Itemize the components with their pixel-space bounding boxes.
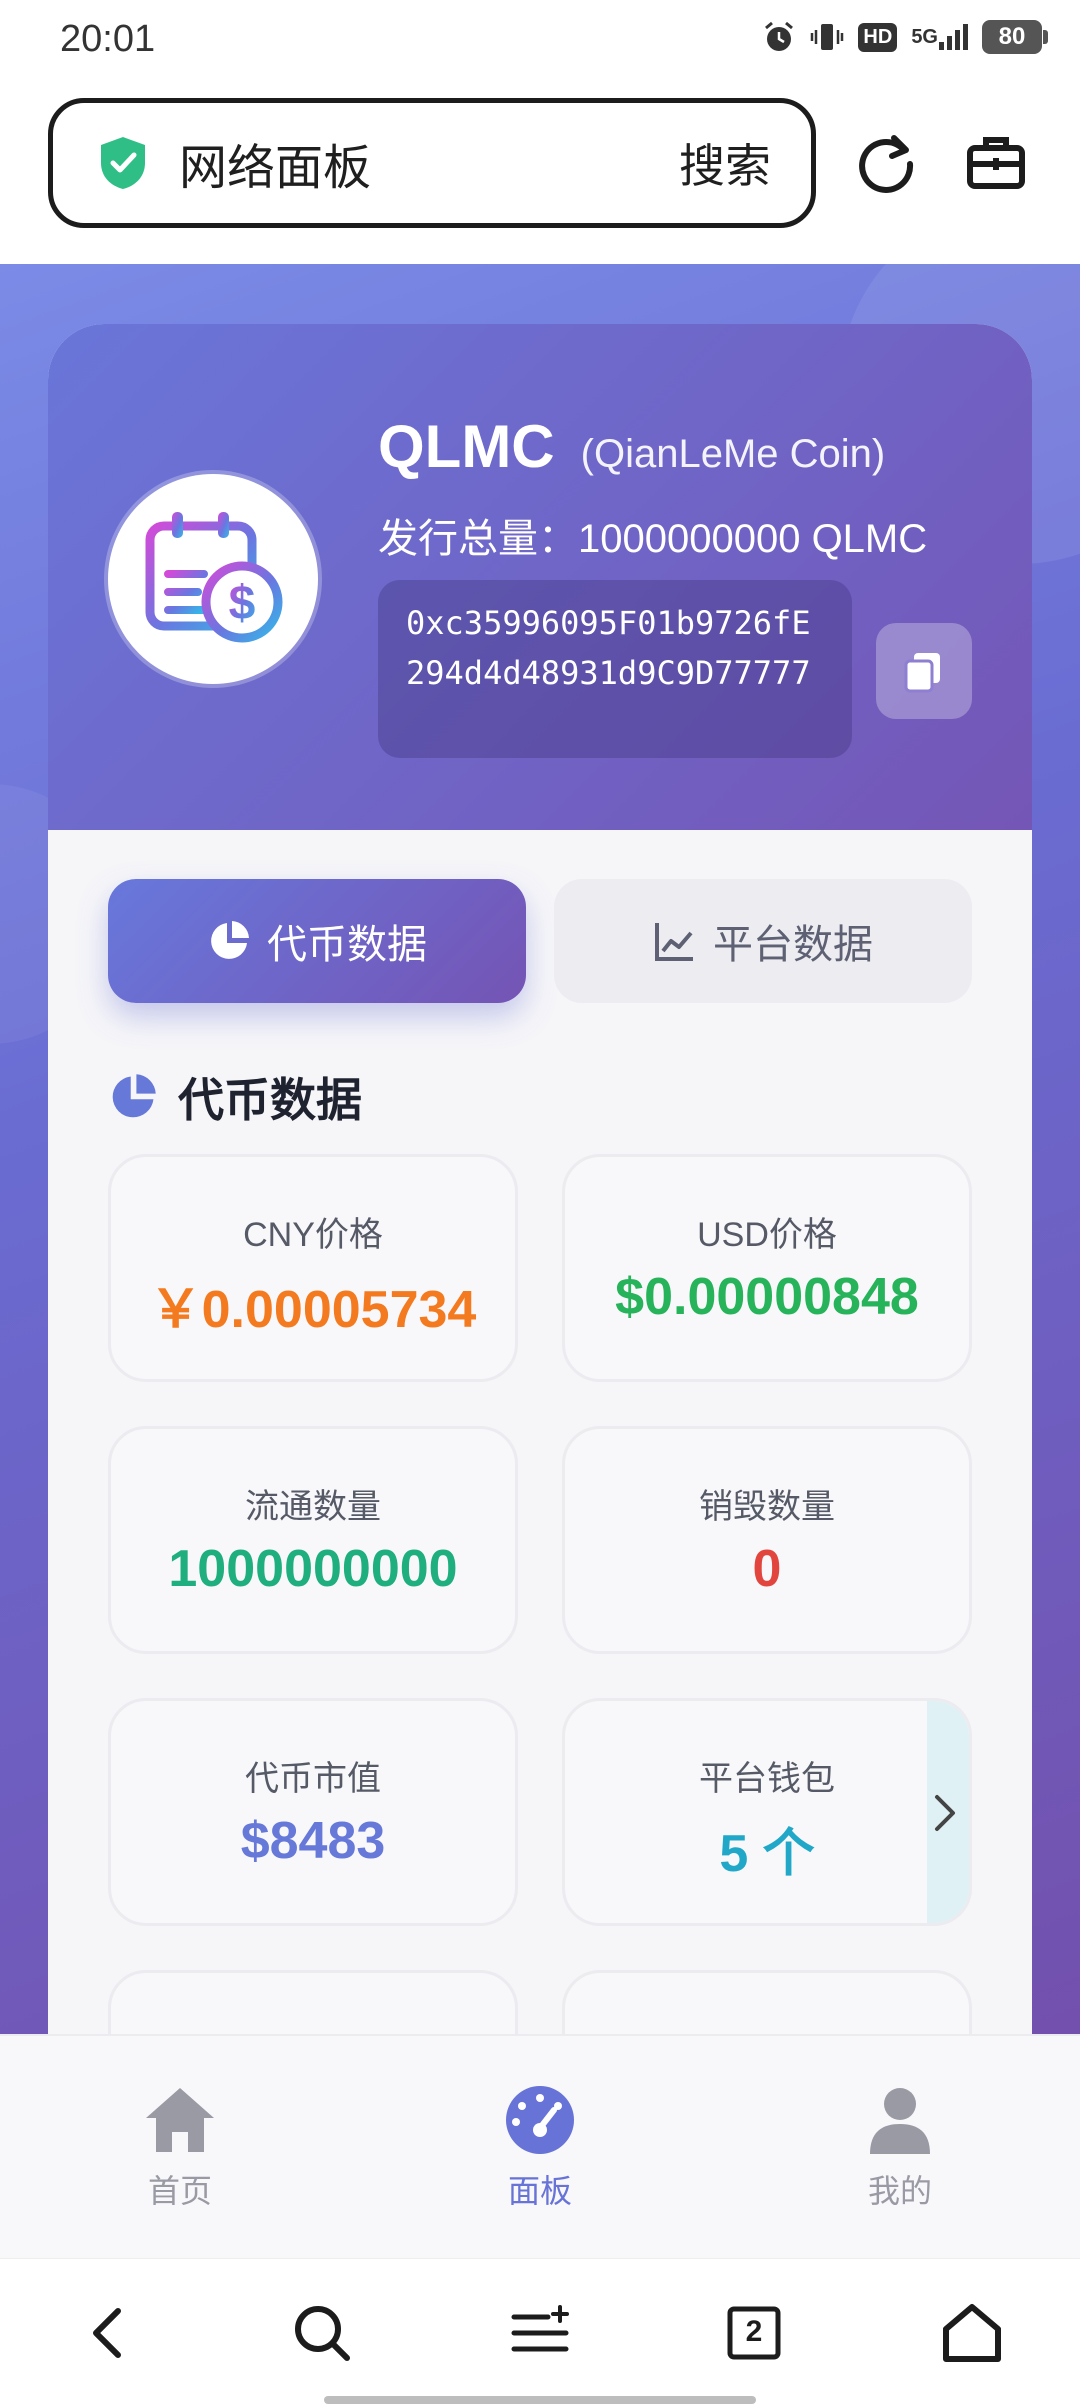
back-button[interactable] — [76, 2301, 140, 2365]
back-arrow-icon — [93, 2308, 121, 2358]
stat-card-burned: 销毁数量 0 — [562, 1426, 972, 1654]
shield-check-icon — [101, 137, 145, 189]
vibrate-icon — [810, 20, 844, 54]
token-full-name: (QianLeMe Coin) — [580, 432, 886, 476]
status-icons: HD 5G 80 — [762, 20, 1048, 54]
page-title: 网络面板 — [179, 142, 372, 195]
copy-address-button[interactable] — [876, 623, 972, 719]
refresh-icon — [859, 135, 914, 193]
chevron-right-icon — [935, 1795, 955, 1831]
search-icon — [295, 2306, 350, 2361]
nav-home[interactable]: 首页 — [90, 2084, 270, 2212]
menu-button[interactable] — [508, 2301, 572, 2365]
dashboard-content: $ QLMC (QianLeMe Coin) 发行总量：1000000000 Q… — [0, 264, 1080, 2034]
data-tabs: 代币数据 平台数据 — [108, 879, 972, 1003]
stat-card-usd-price: USD价格 $0.00000848 — [562, 1154, 972, 1382]
stat-label: 平台钱包 — [699, 1760, 835, 1798]
search-button[interactable]: 搜索 — [679, 130, 771, 196]
dashboard-icon — [506, 2086, 574, 2154]
stat-card — [562, 1970, 972, 2034]
tab-label: 平台数据 — [713, 923, 873, 967]
line-chart-icon — [655, 923, 693, 961]
stat-label: 代币市值 — [245, 1760, 381, 1798]
tabs-button[interactable]: 2 — [722, 2301, 786, 2365]
network-type: 5G — [911, 25, 938, 48]
pie-chart-icon — [211, 921, 249, 959]
stat-value: $8483 — [240, 1812, 386, 1870]
toolbox-button[interactable] — [958, 124, 1034, 200]
nav-label: 我的 — [867, 2173, 932, 2209]
stat-value: 0 — [752, 1540, 782, 1598]
stat-card — [108, 1970, 518, 2034]
home-indicator — [324, 2396, 756, 2404]
stat-label: CNY价格 — [243, 1216, 383, 1254]
stat-card-circulating: 流通数量 1000000000 — [108, 1426, 518, 1654]
svg-text:$: $ — [229, 577, 256, 630]
browser-address-row: 网络面板 搜索 — [0, 84, 1080, 264]
token-card: $ QLMC (QianLeMe Coin) 发行总量：1000000000 Q… — [48, 324, 1032, 2034]
hd-badge: HD — [858, 22, 898, 52]
nav-profile[interactable]: 我的 — [810, 2084, 990, 2212]
tab-label: 代币数据 — [267, 923, 427, 967]
stat-value: 5 个 — [719, 1825, 815, 1883]
home-icon — [146, 2088, 214, 2152]
section-title-text: 代币数据 — [178, 1074, 362, 1126]
token-logo: $ — [108, 474, 318, 684]
stat-card-market-cap: 代币市值 $8483 — [108, 1698, 518, 1926]
token-supply: 发行总量：1000000000 QLMC — [378, 517, 928, 561]
nav-label: 面板 — [507, 2173, 572, 2209]
stat-value: $0.00000848 — [615, 1268, 919, 1326]
stat-label: 销毁数量 — [699, 1488, 835, 1526]
calendar-dollar-icon: $ — [145, 512, 283, 643]
stat-card-platform-wallets[interactable]: 平台钱包 5 个 — [562, 1698, 972, 1926]
status-time: 20:01 — [60, 18, 156, 60]
search-toolbar-button[interactable] — [290, 2301, 354, 2365]
bottom-nav: 首页 面板 我的 — [0, 2034, 1080, 2258]
alarm-icon — [762, 20, 796, 54]
signal-icon: 5G — [911, 22, 968, 52]
battery-indicator: 80 — [982, 20, 1048, 54]
tab-token-data[interactable]: 代币数据 — [108, 879, 526, 1003]
tab-count: 2 — [745, 2315, 763, 2348]
user-icon — [870, 2088, 930, 2154]
toolbox-icon — [967, 137, 1025, 189]
stat-value: 1000000000 — [168, 1540, 458, 1598]
section-title: 代币数据 — [108, 1064, 362, 1130]
copy-icon — [904, 653, 940, 693]
token-header: $ QLMC (QianLeMe Coin) 发行总量：1000000000 Q… — [48, 324, 1032, 830]
pie-chart-icon — [112, 1074, 156, 1118]
refresh-button[interactable] — [848, 124, 924, 200]
contract-address[interactable]: 0xc35996095F01b9726fE294d4d48931d9C9D777… — [378, 580, 852, 758]
tab-platform-data[interactable]: 平台数据 — [554, 879, 972, 1003]
home-outline-icon — [943, 2304, 1001, 2362]
wallet-expand-strip[interactable] — [927, 1701, 969, 1923]
menu-sparkle-icon — [511, 2305, 569, 2352]
nav-label: 首页 — [147, 2173, 212, 2209]
nav-dashboard[interactable]: 面板 — [450, 2084, 630, 2212]
url-bar[interactable]: 网络面板 搜索 — [48, 98, 816, 228]
stat-value: ￥0.00005734 — [149, 1281, 477, 1339]
stat-label: 流通数量 — [245, 1488, 381, 1526]
home-button[interactable] — [940, 2301, 1004, 2365]
status-bar: 20:01 HD 5G 80 — [0, 0, 1080, 84]
stat-label: USD价格 — [697, 1216, 837, 1254]
browser-toolbar: 2 — [0, 2258, 1080, 2408]
token-name: QLMC (QianLeMe Coin) — [378, 412, 885, 481]
token-symbol: QLMC — [378, 413, 555, 480]
stat-card-cny-price: CNY价格 ￥0.00005734 — [108, 1154, 518, 1382]
